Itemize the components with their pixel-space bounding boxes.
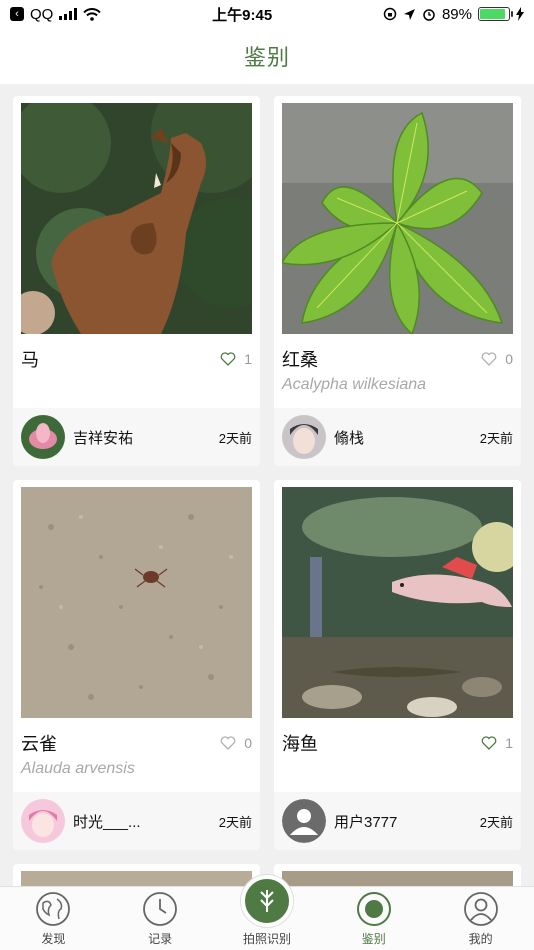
battery-icon [478, 7, 513, 21]
tab-bar: 发现 记录 拍照识别 鉴别 我的 [0, 875, 534, 950]
card-photo-partial[interactable] [21, 871, 252, 886]
tab-photo-identify[interactable]: 拍照识别 [214, 875, 320, 950]
card-title-row: 云雀 0 [13, 718, 260, 756]
like-count: 0 [505, 351, 513, 367]
card[interactable] [13, 864, 260, 886]
card-title: 海鱼 [282, 734, 318, 754]
card[interactable]: 马 1 吉祥安祐 2天前 [13, 96, 260, 466]
avatar[interactable] [21, 415, 65, 459]
signal-icon [59, 8, 78, 20]
avatar[interactable] [282, 415, 326, 459]
charging-icon [516, 7, 524, 21]
post-time: 2天前 [218, 814, 252, 830]
identification-feed[interactable]: 马 1 吉祥安祐 2天前 红桑 0 Acalypha wilkesiana 翛栈… [0, 84, 534, 886]
scientific-name: Acalypha wilkesiana [282, 376, 427, 393]
battery-percent: 89% [441, 5, 472, 23]
wifi-icon [83, 7, 102, 21]
avatar[interactable] [21, 799, 65, 843]
status-bar: ‹ QQ 上午9:45 89% [0, 0, 534, 28]
user-info: 时光___... [21, 799, 141, 843]
card-user-row[interactable]: 吉祥安祐 2天前 [13, 408, 260, 466]
card[interactable] [274, 864, 521, 886]
card-user-row[interactable]: 翛栈 2天前 [274, 408, 521, 466]
rotation-lock-icon [383, 7, 397, 21]
feed-row: 云雀 0 Alauda arvensis 时光___... 2天前 海鱼 1 用… [13, 480, 521, 850]
user-info: 吉祥安祐 [21, 415, 133, 459]
camera-scan-icon [260, 890, 274, 912]
status-left: ‹ QQ [10, 5, 102, 23]
card-photo-ground[interactable] [21, 487, 252, 718]
tab-discover[interactable]: 发现 [0, 891, 106, 950]
user-info: 翛栈 [282, 415, 364, 459]
like-count: 1 [244, 351, 252, 367]
card-photo-horse[interactable] [21, 103, 252, 334]
clock-icon [143, 892, 178, 926]
tab-label: 鉴别 [361, 932, 386, 946]
like-count: 1 [505, 735, 513, 751]
card-title: 云雀 [21, 734, 57, 754]
tab-label: 拍照识别 [242, 932, 291, 946]
camera-scan-button[interactable] [240, 875, 293, 927]
tab-me[interactable]: 我的 [428, 891, 534, 950]
header: 鉴别 [0, 28, 534, 84]
back-to-app-icon[interactable]: ‹ [10, 7, 24, 21]
like-button[interactable]: 0 [481, 351, 513, 367]
tab-label: 记录 [148, 932, 173, 946]
tab-identify[interactable]: 鉴别 [321, 891, 427, 950]
status-right: 89% [383, 6, 524, 23]
card[interactable]: 红桑 0 Acalypha wilkesiana 翛栈 2天前 [274, 96, 521, 466]
post-time: 2天前 [479, 430, 513, 446]
card-user-row[interactable]: 用户3777 2天前 [274, 792, 521, 850]
page-title: 鉴别 [243, 45, 290, 70]
card[interactable]: 海鱼 1 用户3777 2天前 [274, 480, 521, 850]
clock-time: 上午9:45 [212, 6, 273, 24]
alarm-icon [423, 9, 435, 21]
heart-icon [220, 736, 236, 750]
carrier-label: QQ [30, 5, 54, 23]
card-photo-plant[interactable] [282, 103, 513, 334]
location-icon [403, 8, 415, 20]
like-button[interactable]: 0 [220, 735, 252, 751]
feed-row: 马 1 吉祥安祐 2天前 红桑 0 Acalypha wilkesiana 翛栈… [13, 96, 521, 466]
card-title: 马 [21, 350, 39, 370]
scientific-name [13, 372, 260, 402]
heart-icon [481, 736, 497, 750]
card-title: 红桑 [282, 350, 318, 370]
tab-label: 我的 [468, 932, 493, 946]
username: 吉祥安祐 [73, 429, 134, 447]
globe-icon [36, 892, 71, 926]
card-title-row: 马 1 [13, 334, 260, 372]
card-photo-partial[interactable] [282, 871, 513, 886]
user-icon [463, 892, 498, 926]
post-time: 2天前 [218, 430, 252, 446]
heart-icon [220, 352, 236, 366]
post-time: 2天前 [479, 814, 513, 830]
like-button[interactable]: 1 [481, 735, 513, 751]
tab-records[interactable]: 记录 [107, 891, 213, 950]
scientific-name: Alauda arvensis [21, 760, 135, 777]
card-photo-fish[interactable] [282, 487, 513, 718]
heart-icon [481, 352, 497, 366]
card-user-row[interactable]: 时光___... 2天前 [13, 792, 260, 850]
like-count: 0 [244, 735, 252, 751]
scientific-name [274, 756, 521, 786]
target-icon [356, 892, 391, 926]
username: 翛栈 [334, 429, 365, 447]
tab-label: 发现 [41, 932, 66, 946]
username: 用户3777 [334, 813, 398, 831]
username: 时光___... [73, 813, 141, 831]
card-title-row: 红桑 0 [274, 334, 521, 372]
card-title-row: 海鱼 1 [274, 718, 521, 756]
card[interactable]: 云雀 0 Alauda arvensis 时光___... 2天前 [13, 480, 260, 850]
user-info: 用户3777 [282, 799, 397, 843]
avatar[interactable] [282, 799, 326, 843]
like-button[interactable]: 1 [220, 351, 252, 367]
